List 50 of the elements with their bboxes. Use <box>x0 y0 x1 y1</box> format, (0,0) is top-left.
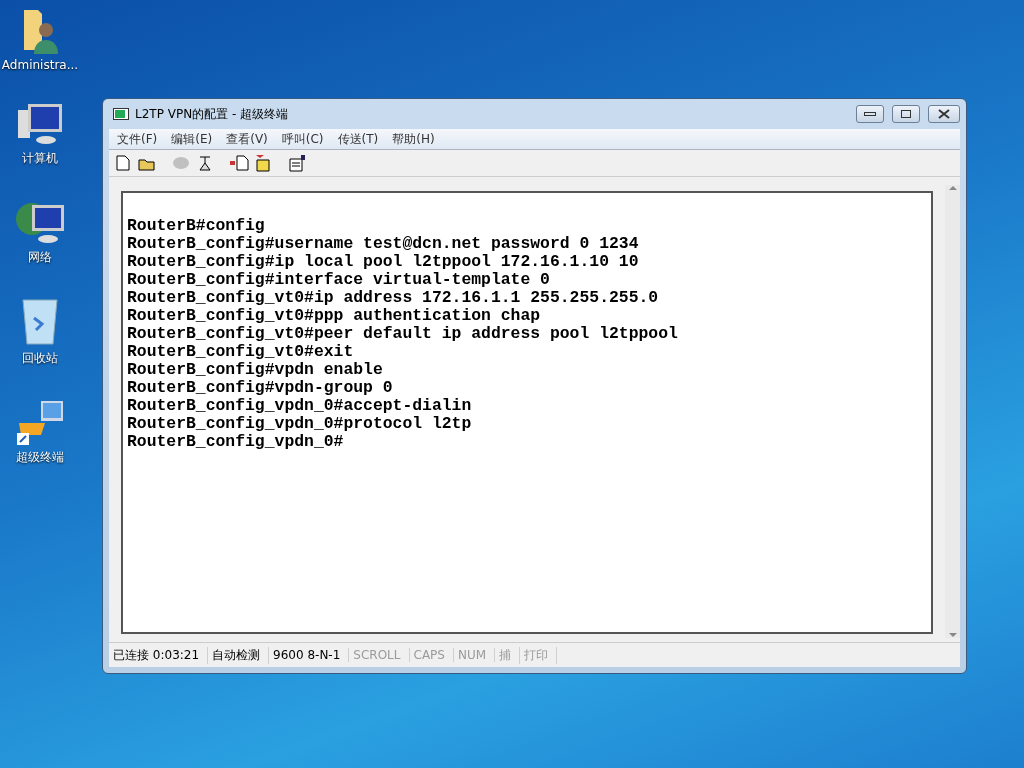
scrollbar[interactable] <box>945 185 960 638</box>
menu-item[interactable]: 查看(V) <box>218 130 274 148</box>
desktop-icon-label[interactable]: 回收站 <box>22 350 58 367</box>
app-icon <box>113 108 129 120</box>
status-text: 打印 <box>520 646 558 664</box>
window-title: L2TP VPN的配置 - 超级终端 <box>135 105 290 123</box>
new-file-icon <box>116 155 130 171</box>
status-text: 捕 <box>495 646 521 664</box>
menu-item[interactable]: 帮助(H) <box>384 130 441 148</box>
menu-item[interactable]: 文件(F) <box>109 130 164 148</box>
recycle-bin-icon[interactable] <box>20 296 60 346</box>
terminal-line: RouterB#config <box>127 217 266 235</box>
close-button[interactable] <box>928 105 960 123</box>
terminal-line: RouterB_config#vpdn enable <box>127 361 384 379</box>
scroll-down-icon[interactable] <box>948 632 957 638</box>
minimize-icon <box>864 112 876 116</box>
receive-file-icon <box>254 154 272 172</box>
status-text: SCROLL <box>349 648 410 662</box>
terminal-line: RouterB_config_vt0#ip address 172.16.1.1 255.255.255.0 <box>127 289 660 307</box>
maximize-icon <box>901 110 911 118</box>
status-text: 已连接 0:03:21 <box>109 646 209 664</box>
minimize-button[interactable] <box>856 105 884 123</box>
menu-item[interactable]: 呼叫(C) <box>273 130 330 148</box>
status-text: NUM <box>453 648 496 662</box>
terminal-line: RouterB_config#ip local pool l2tppool 172.16.1.10 10 <box>127 253 640 271</box>
terminal-line: RouterB_config_vpdn_0#protocol l2tp <box>127 415 473 433</box>
maximize-button[interactable] <box>892 105 920 123</box>
terminal-line: RouterB_config_vt0#exit <box>127 343 355 361</box>
terminal-line: RouterB_config#interface virtual-template 0 <box>127 271 551 289</box>
desktop-icon-label[interactable]: 超级终端 <box>16 449 64 466</box>
terminal-line: RouterB_config_vt0#peer default ip address pool l2tppool <box>127 325 679 343</box>
desktop-icon-label[interactable]: Administra... <box>1 58 79 72</box>
status-text: 9600 8-N-1 <box>269 648 350 662</box>
terminal-line: RouterB_config#username test@dcn.net password 0 1234 <box>127 235 640 253</box>
menu-item[interactable]: 传送(T) <box>329 130 385 148</box>
status-text: CAPS <box>409 648 454 662</box>
desktop-icon-label[interactable]: 网络 <box>28 249 52 266</box>
terminal-line: RouterB_config_vpdn_0#accept-dialin <box>127 397 473 415</box>
scroll-up-icon[interactable] <box>948 185 957 191</box>
terminal-line: RouterB_config#vpdn-group 0 <box>127 379 394 397</box>
send-file-icon <box>229 155 249 171</box>
toolbar-button[interactable] <box>287 153 307 173</box>
desktop-icon-label[interactable]: 计算机 <box>22 150 58 167</box>
properties-icon <box>288 154 306 172</box>
terminal-line: RouterB_config_vt0#ppp authentication chap <box>127 307 542 325</box>
close-icon <box>938 109 950 119</box>
status-text: 自动检测 <box>208 646 270 664</box>
menu-item[interactable]: 编辑(E) <box>163 130 219 148</box>
computer-icon[interactable] <box>16 102 64 146</box>
terminal-line: RouterB_config_vpdn_0# <box>127 433 345 451</box>
